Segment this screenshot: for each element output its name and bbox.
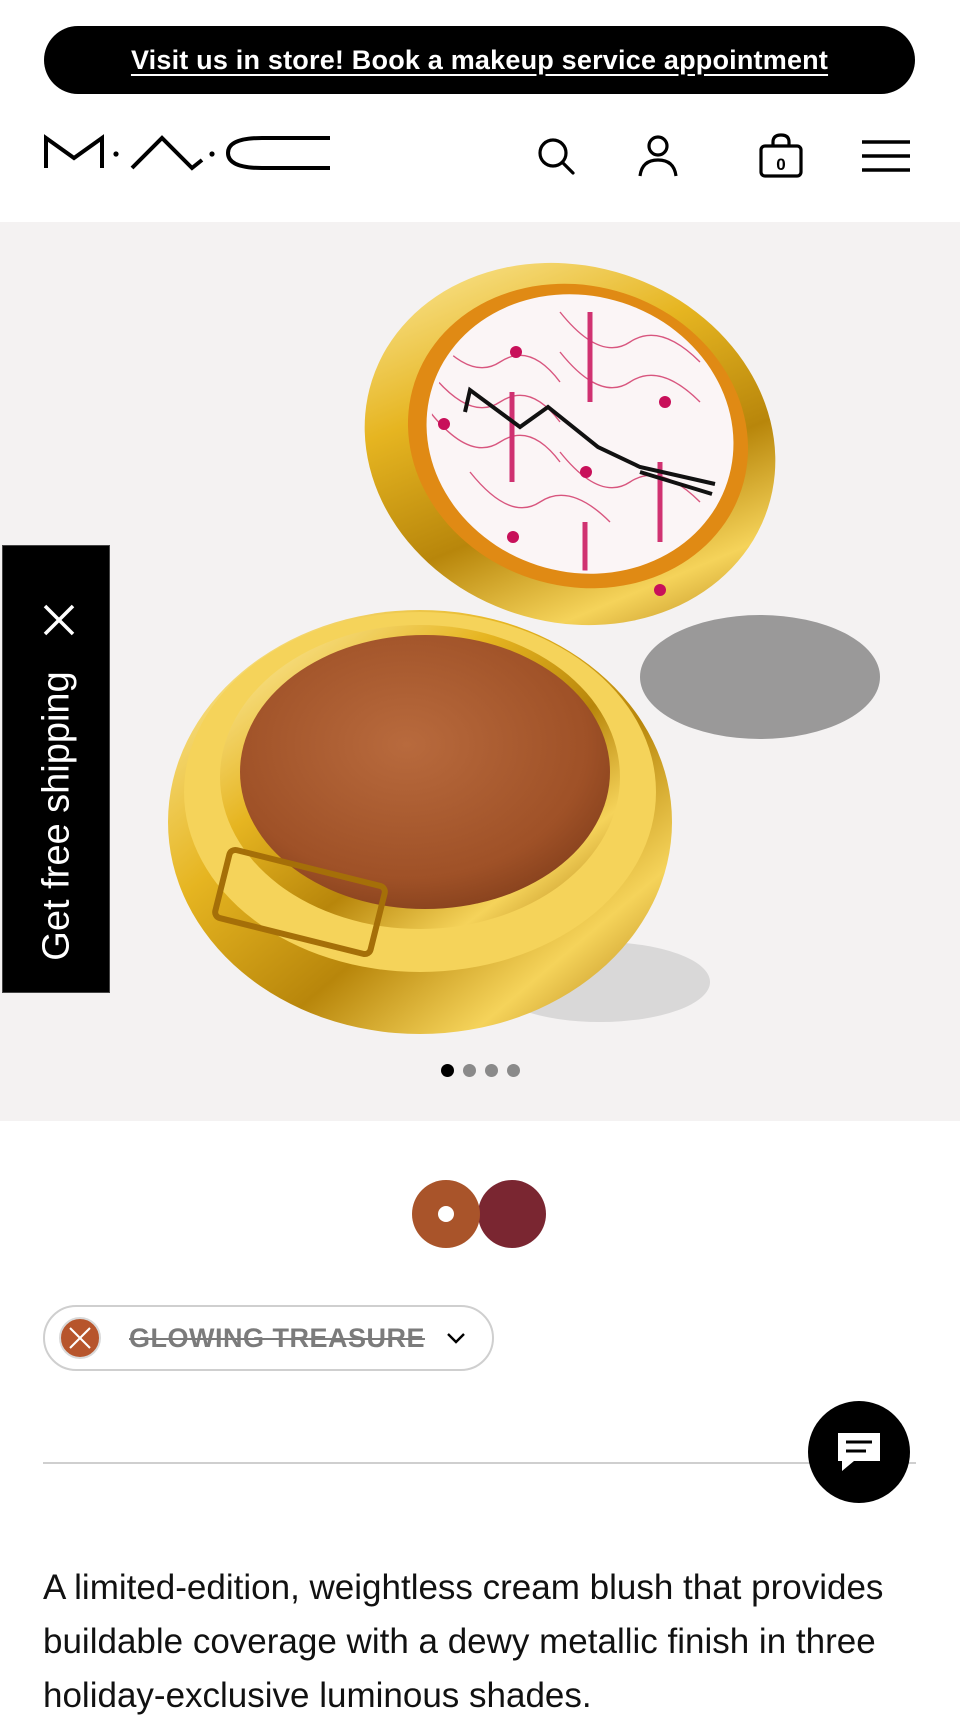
product-description: A limited-edition, weightless cream blus… xyxy=(43,1568,884,1715)
site-header: 0 xyxy=(0,110,960,210)
account-icon[interactable] xyxy=(634,132,682,180)
bag-count: 0 xyxy=(776,155,785,174)
promo-banner: Visit us in store! Book a makeup service… xyxy=(44,26,915,94)
shade-dropdown[interactable]: GLOWING TREASURE xyxy=(43,1305,494,1371)
chat-icon xyxy=(838,1433,880,1471)
bag-icon[interactable]: 0 xyxy=(757,132,805,180)
carousel-dot[interactable] xyxy=(506,1064,520,1077)
chevron-down-icon xyxy=(447,1333,465,1344)
menu-icon[interactable] xyxy=(862,132,910,180)
chat-button[interactable] xyxy=(808,1401,910,1503)
carousel-indicators xyxy=(0,1064,960,1077)
book-appointment-link[interactable]: Visit us in store! Book a makeup service… xyxy=(131,45,828,76)
shade-chip xyxy=(59,1317,101,1359)
search-icon[interactable] xyxy=(532,132,580,180)
product-image-carousel[interactable] xyxy=(0,222,960,1121)
mac-logo[interactable] xyxy=(44,132,332,172)
carousel-dot[interactable] xyxy=(440,1064,454,1077)
shade-swatch-selected[interactable] xyxy=(412,1180,480,1248)
unavailable-x-icon xyxy=(69,1327,91,1349)
shade-swatch[interactable] xyxy=(478,1180,546,1248)
close-icon[interactable] xyxy=(41,602,77,638)
free-shipping-tab[interactable]: Get free shipping xyxy=(2,545,110,993)
divider xyxy=(43,1462,916,1464)
carousel-dot[interactable] xyxy=(484,1064,498,1077)
shade-swatches xyxy=(412,1180,546,1248)
shade-name: GLOWING TREASURE xyxy=(129,1322,425,1353)
carousel-dot[interactable] xyxy=(462,1064,476,1077)
product-image xyxy=(168,262,880,1034)
free-shipping-label: Get free shipping xyxy=(35,671,78,961)
